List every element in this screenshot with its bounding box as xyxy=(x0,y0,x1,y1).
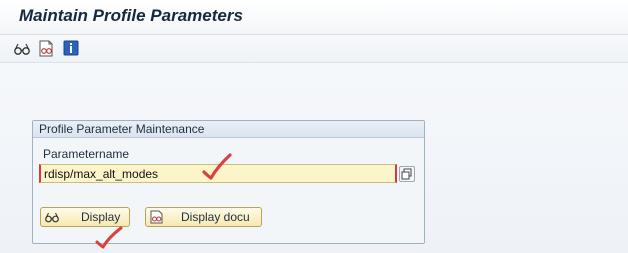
parametername-field-frame xyxy=(39,164,397,183)
value-help-button[interactable] xyxy=(399,166,415,182)
parametername-input[interactable] xyxy=(41,165,374,182)
application-toolbar xyxy=(0,35,628,63)
glasses-icon xyxy=(45,212,59,223)
info-icon[interactable] xyxy=(62,40,80,57)
group-header: Profile Parameter Maintenance xyxy=(33,121,424,138)
display-button[interactable]: Display xyxy=(40,207,130,227)
profile-parameter-group: Profile Parameter Maintenance Parametern… xyxy=(32,120,425,244)
group-title: Profile Parameter Maintenance xyxy=(39,122,205,136)
glasses-icon[interactable] xyxy=(13,40,31,57)
document-glasses-icon[interactable] xyxy=(38,40,56,57)
display-button-label: Display xyxy=(81,210,121,224)
page-title: Maintain Profile Parameters xyxy=(19,6,243,25)
display-docu-button[interactable]: Display docu xyxy=(145,207,262,227)
parametername-label: Parametername xyxy=(43,147,130,161)
document-glasses-icon xyxy=(150,210,163,224)
title-bar: Maintain Profile Parameters xyxy=(0,0,628,35)
display-docu-button-label: Display docu xyxy=(181,210,250,224)
value-help-icon xyxy=(401,168,412,180)
